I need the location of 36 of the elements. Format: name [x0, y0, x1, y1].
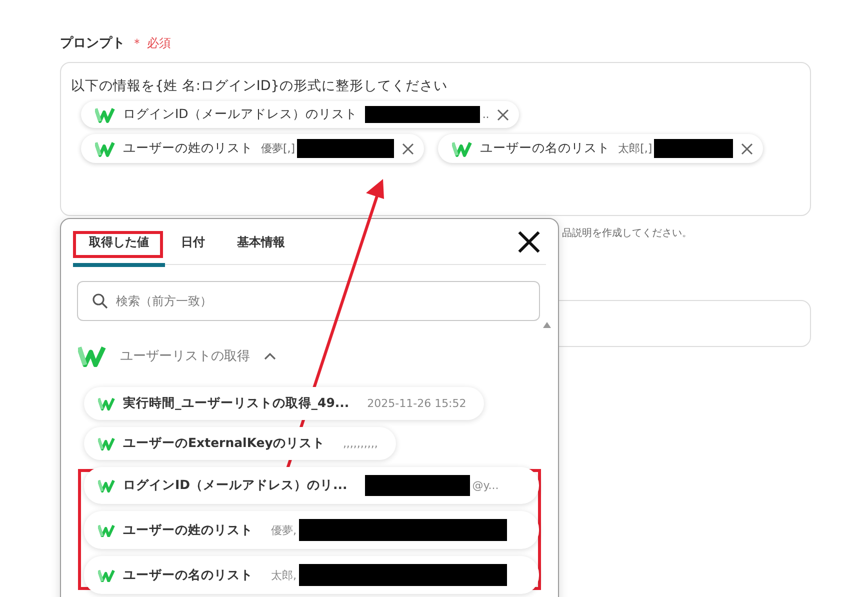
search-icon — [92, 293, 108, 309]
required-label: ＊ 必須 — [131, 35, 171, 52]
logo-icon — [95, 140, 115, 156]
logo-icon — [98, 437, 115, 451]
scroll-up-icon[interactable] — [542, 321, 552, 329]
group-title: ユーザーリストの取得 — [120, 348, 250, 366]
chip-preview: 優夢[,] — [261, 141, 296, 156]
tab[interactable]: 基本情報 — [221, 220, 301, 267]
variable-chip[interactable]: ログインID（メールアドレス）のリスト .. — [81, 101, 520, 128]
value-item[interactable]: ユーザーのExternalKeyのリスト ,,,,,,,,,, — [84, 427, 396, 460]
field-label: プロンプト — [60, 34, 125, 52]
prompt-field[interactable]: 以下の情報を{姓 名:ログインID}の形式に整形してください ログインID（メールアドレス）のリスト .. ユーザーの姓のリスト 優夢[,] ユーザーの名のリスト 太郎[,] — [60, 62, 811, 216]
chip-label: ユーザーの姓のリスト — [123, 140, 253, 157]
value-item[interactable]: ログインID（メールアドレス）のリ... @y... — [84, 467, 539, 504]
chip-label: ログインID（メールアドレス）のリスト — [123, 106, 358, 123]
logo-icon — [98, 568, 115, 582]
logo-icon — [78, 345, 106, 368]
logo-icon — [452, 140, 472, 156]
tab[interactable]: 取得した値 — [73, 220, 165, 267]
value-item[interactable]: ユーザーの姓のリスト 優夢, — [84, 511, 539, 550]
logo-icon — [98, 524, 115, 538]
prompt-text: 以下の情報を{姓 名:ログインID}の形式に整形してください — [71, 77, 448, 95]
hint-text: 品説明を作成してください。 — [562, 226, 693, 240]
logo-icon — [98, 479, 115, 493]
chip-preview: 太郎[,] — [618, 141, 652, 156]
variable-chip[interactable]: ユーザーの姓のリスト 優夢[,] — [81, 134, 424, 163]
value-item[interactable]: 実行時間_ユーザーリストの取得_49... 2025-11-26 15:52 — [84, 387, 484, 420]
tab[interactable]: 日付 — [165, 220, 221, 267]
search-field[interactable]: 検索（前方一致） — [77, 281, 540, 321]
logo-icon — [95, 106, 115, 122]
value-item[interactable]: ユーザーの名のリスト 太郎, — [84, 556, 539, 594]
chevron-up-icon[interactable] — [264, 351, 276, 362]
chip-preview: .. — [482, 108, 490, 121]
logo-icon — [98, 397, 115, 411]
variable-chip[interactable]: ユーザーの名のリスト 太郎[,] — [438, 134, 764, 163]
chip-label: ユーザーの名のリスト — [480, 140, 610, 157]
